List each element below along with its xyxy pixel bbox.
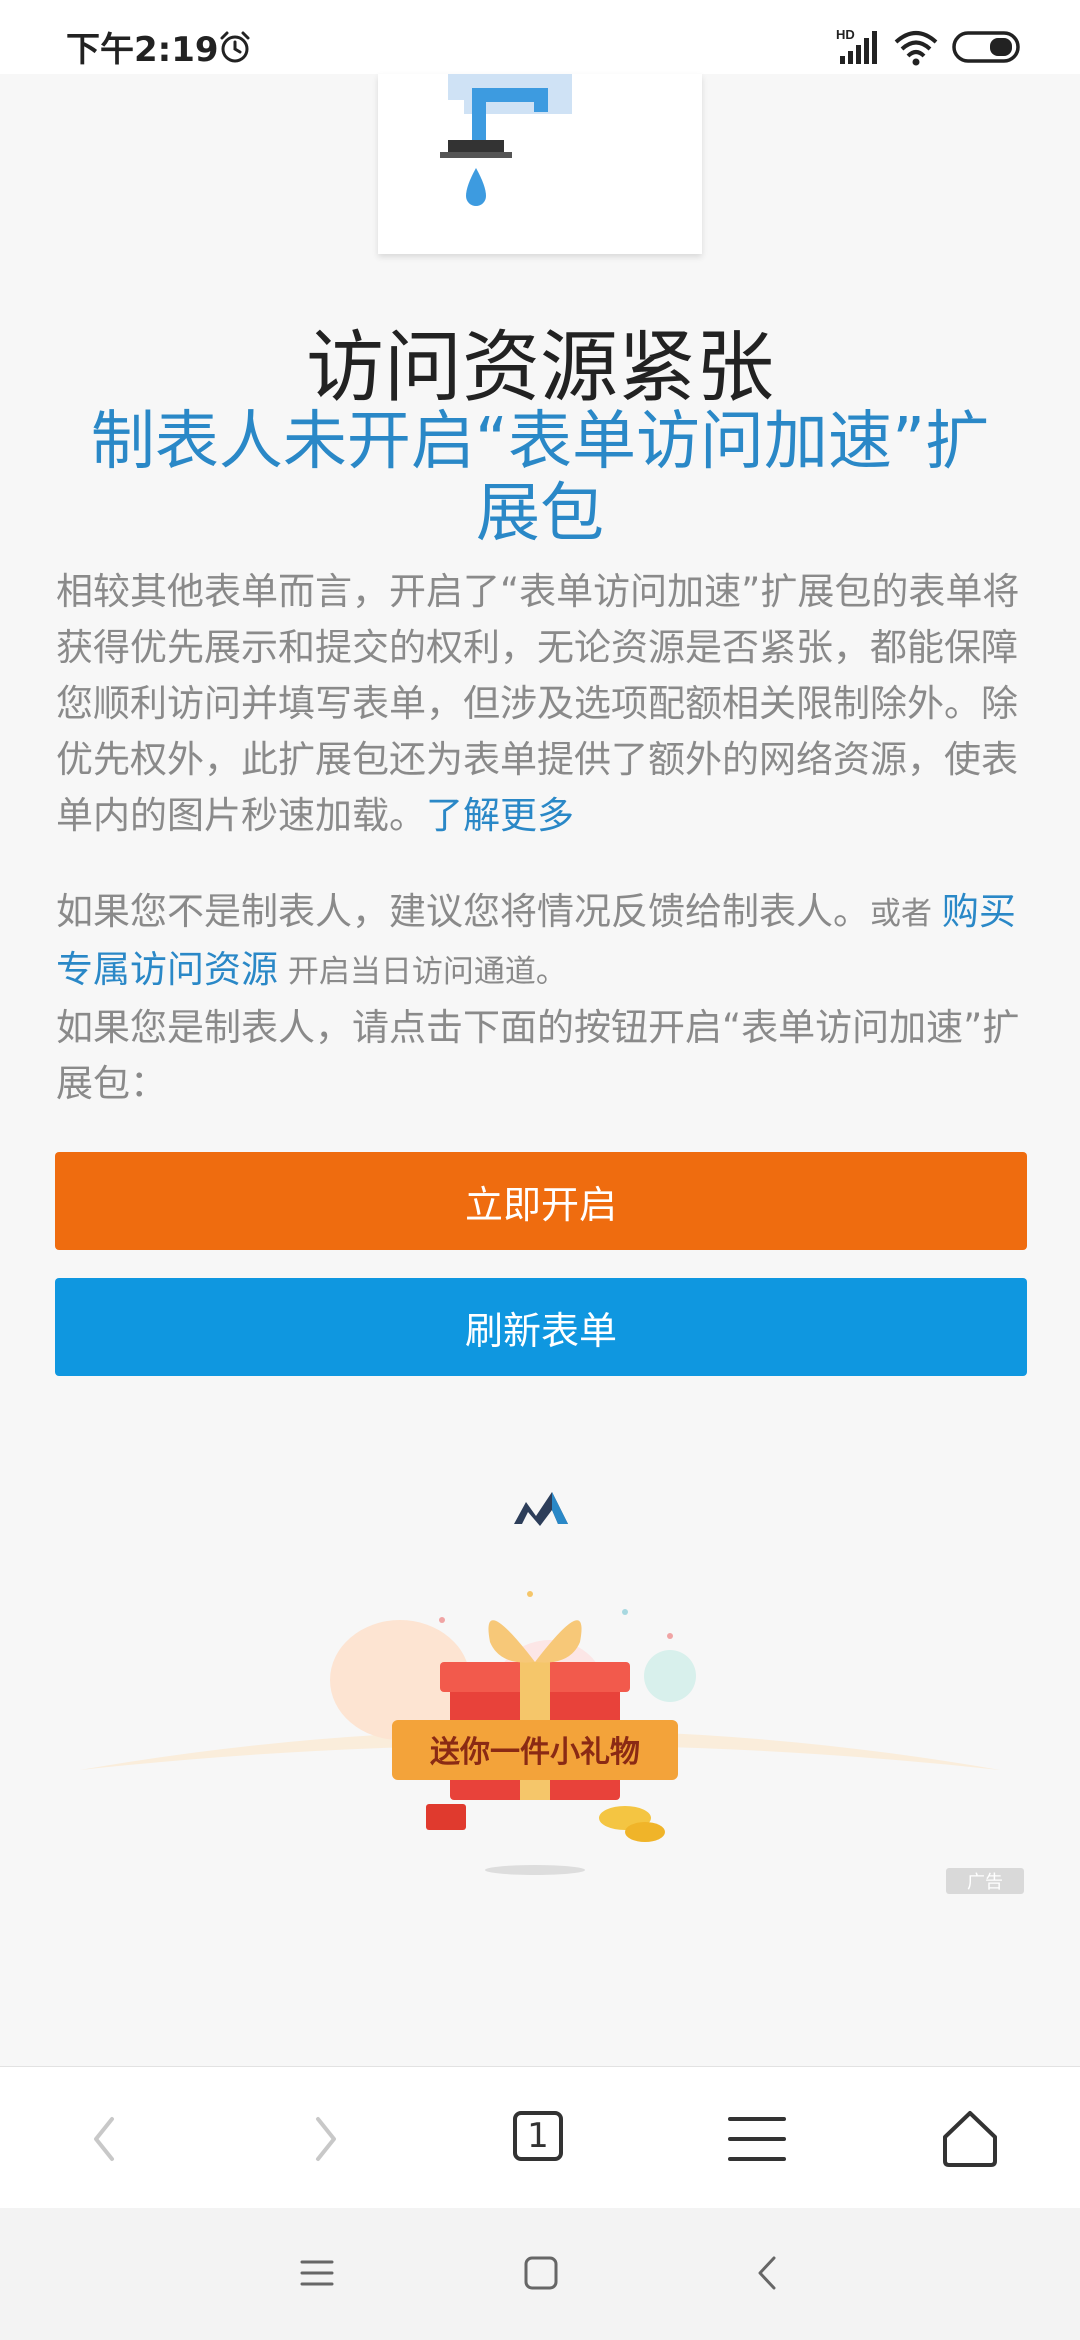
or-text: 或者 [870, 896, 942, 932]
description-paragraph: 相较其他表单而言，开启了“表单访问加速”扩展包的表单将获得优先展示和提交的权利，… [56, 564, 1024, 844]
gift-illustration: 送你一件小礼物 [80, 1591, 1000, 1875]
brand-logo-icon [514, 1492, 568, 1526]
owner-text: 如果您是制表人，请点击下面的按钮开启“表单访问加速”扩展包： [56, 1006, 1020, 1105]
home-square-icon[interactable] [518, 2250, 564, 2296]
ad-badge-label: 广告 [967, 1872, 1003, 1893]
svg-text:HD: HD [836, 27, 855, 42]
status-bar: 下午2:19 HD [0, 0, 1080, 74]
system-navigation-bar [0, 2208, 1080, 2340]
recent-apps-icon[interactable] [294, 2250, 340, 2296]
system-back-icon[interactable] [746, 2250, 792, 2296]
learn-more-link[interactable]: 了解更多 [426, 794, 574, 837]
non-owner-paragraph: 如果您不是制表人，建议您将情况反馈给制表人。或者 购买专属访问资源 开启当日访问… [56, 884, 1024, 1000]
faucet-illustration [378, 74, 702, 254]
browser-toolbar: 1 [0, 2066, 1080, 2209]
refresh-form-button[interactable]: 刷新表单 [55, 1278, 1027, 1376]
tab-count: 1 [513, 2111, 563, 2161]
status-time: 下午2:19 [66, 30, 219, 70]
ad-badge: 广告 [946, 1868, 1024, 1894]
faucet-icon [440, 74, 572, 206]
open-now-button[interactable]: 立即开启 [55, 1152, 1027, 1250]
hd-signal-icon: HD [836, 27, 877, 64]
page-subtitle: 制表人未开启“表单访问加速”扩展包 [90, 405, 990, 551]
tabs-button[interactable]: 1 [505, 2107, 575, 2171]
open-channel-text: 开启当日访问通道。 [278, 954, 567, 990]
ad-banner-text: 送你一件小礼物 [430, 1735, 640, 1770]
wifi-icon [894, 31, 938, 66]
back-arrow-icon[interactable] [70, 2107, 140, 2171]
battery-icon [952, 31, 1020, 63]
owner-paragraph: 如果您是制表人，请点击下面的按钮开启“表单访问加速”扩展包： [56, 1000, 1024, 1112]
forward-arrow-icon[interactable] [290, 2107, 360, 2171]
alarm-clock-icon [220, 31, 250, 63]
non-owner-text: 如果您不是制表人，建议您将情况反馈给制表人。 [56, 890, 870, 933]
home-icon[interactable] [935, 2107, 1005, 2171]
page-title: 访问资源紧张 [305, 323, 774, 413]
ad-banner[interactable]: 送你一件小礼物 [80, 1570, 1000, 1890]
menu-icon[interactable] [722, 2107, 792, 2171]
